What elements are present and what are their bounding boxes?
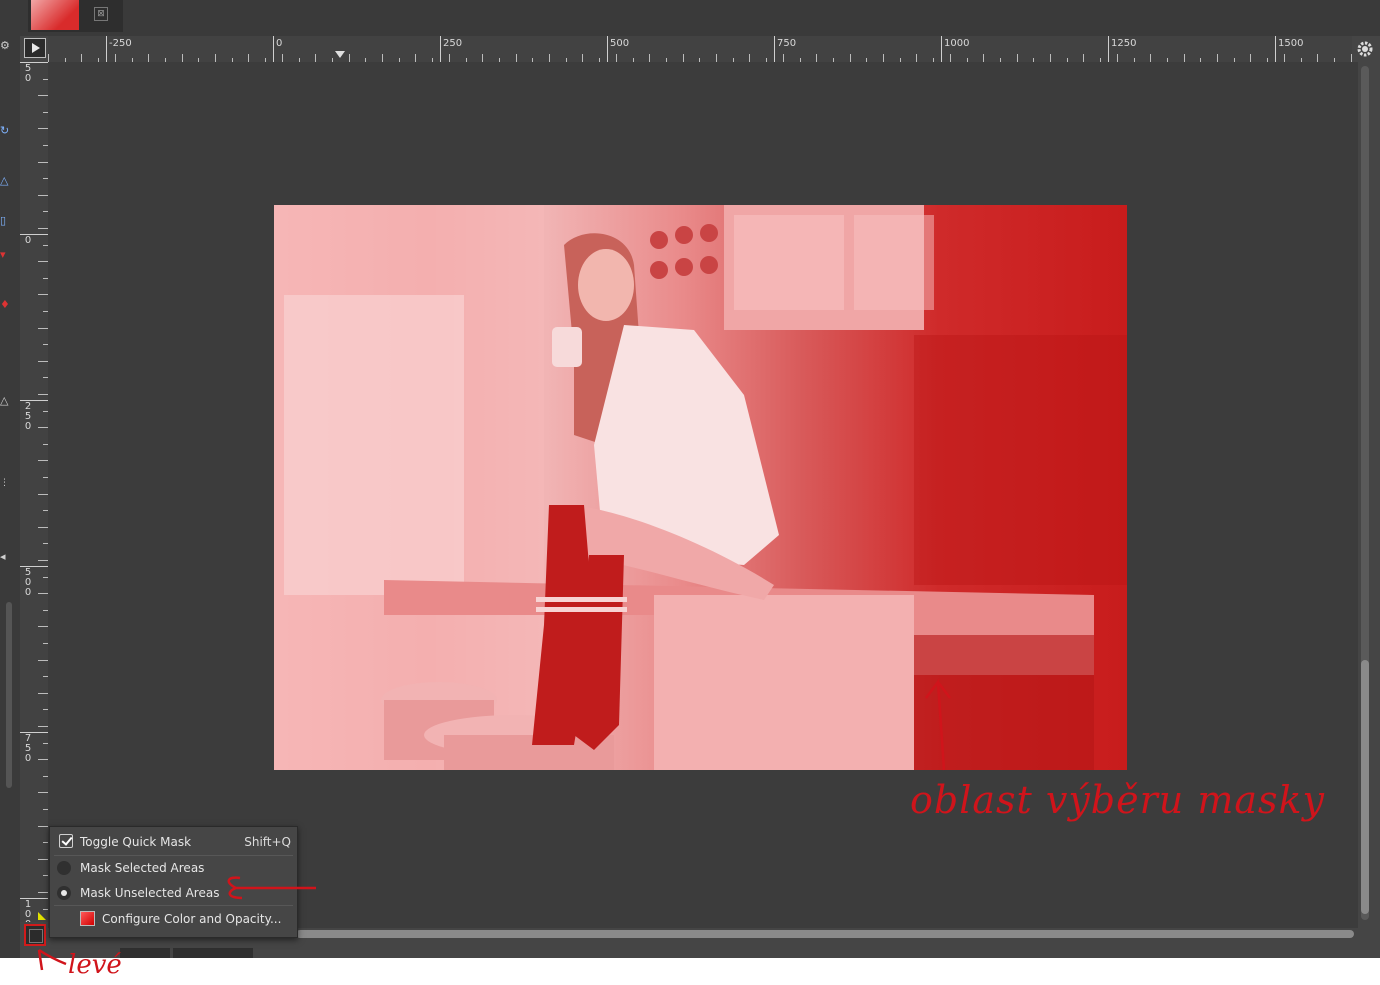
gimp-image-window: ⊠ ⚙ ↻ △ ▯ ▾ ♦ △ ⋮ ◂ -250 0 250 500 750 1000 12… — [0, 0, 1380, 958]
arrow-left-icon — [227, 876, 316, 900]
annotation-left-label: levé — [68, 950, 122, 980]
arrow-up-icon — [925, 678, 951, 771]
annotation-mask-area: oblast výběru masky — [910, 778, 1326, 822]
arrow-up-left-icon — [37, 948, 67, 971]
